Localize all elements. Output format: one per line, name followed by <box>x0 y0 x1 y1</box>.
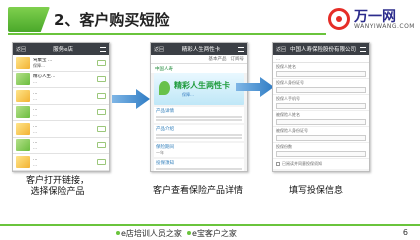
back-button[interactable]: 返回 <box>154 46 164 53</box>
list-item[interactable]: …… <box>13 154 109 171</box>
item-button[interactable] <box>97 125 106 132</box>
item-button[interactable] <box>97 76 106 83</box>
list-item[interactable]: 精心人生…… <box>13 71 109 88</box>
insured-name-input[interactable] <box>276 119 366 125</box>
menu-icon[interactable] <box>360 46 366 52</box>
slide-title-bar: 2、客户购买短险 <box>8 6 308 32</box>
slide-title: 2、客户购买短险 <box>54 11 170 29</box>
tab-basic-product[interactable]: 基本产品 <box>209 56 227 62</box>
product-list: 驾乘宝 … 保障… 精心人生…… …… …… …… …… …… <box>13 55 109 171</box>
applicant-phone-input[interactable] <box>276 103 366 109</box>
logo-icon <box>328 8 350 30</box>
form-field: 被保险人身份证号 <box>273 127 369 143</box>
title-accent-mark <box>8 7 50 32</box>
form-field: 投保人身份证号 <box>273 79 369 95</box>
form-field: 投保人姓名 <box>273 63 369 79</box>
form-field: 投保份数 <box>273 143 369 159</box>
arrow-right-icon <box>236 76 274 98</box>
agree-checkbox-row[interactable]: 已阅读并同意投保须知 <box>273 159 369 169</box>
detail-section: 投保须知 <box>154 159 244 171</box>
phone-top-bar: 返回 服务e店 <box>13 43 109 55</box>
insured-id-input[interactable] <box>276 135 366 141</box>
list-item[interactable]: …… <box>13 104 109 121</box>
bullet-icon <box>116 231 120 235</box>
slide-footer: e店培训人员之家 e宝客户之家 6 <box>0 216 420 240</box>
banner-subtitle: 保障… <box>182 92 194 97</box>
footer-text: e店培训人员之家 e宝客户之家 <box>116 228 237 239</box>
product-thumbnail <box>16 122 30 135</box>
back-button[interactable]: 返回 <box>16 46 26 53</box>
tab-bar: 基本产品 订阅号 <box>151 55 247 64</box>
product-thumbnail <box>16 106 30 119</box>
title-underline <box>8 33 326 35</box>
list-item[interactable]: 驾乘宝 … 保障… <box>13 55 109 72</box>
product-thumbnail <box>16 73 30 86</box>
logo-subtitle: WANYIWANG.COM <box>354 23 415 30</box>
list-item[interactable]: …… <box>13 137 109 154</box>
list-item[interactable]: …… <box>13 88 109 105</box>
step3-caption: 填写投保信息 <box>289 186 344 196</box>
form-field: 被保险人姓名 <box>273 111 369 127</box>
phone-screen-product-list: 返回 服务e店 驾乘宝 … 保障… 精心人生…… …… …… …… …… …… <box>12 42 110 172</box>
phone-top-bar: 返回 中国人寿保险股份有限公司 <box>273 43 369 55</box>
submit-button[interactable]: … <box>276 171 366 172</box>
banner-title: 精彩人生两性卡 <box>174 81 230 90</box>
product-banner: 精彩人生两性卡 保障… <box>154 73 244 105</box>
phone-title: 服务e店 <box>53 47 73 53</box>
product-thumbnail <box>16 155 30 168</box>
applicant-name-input[interactable] <box>276 71 366 77</box>
item-button[interactable] <box>97 142 106 149</box>
page-number: 6 <box>402 228 408 237</box>
detail-section: 产品介绍 <box>154 125 244 141</box>
leaf-icon <box>159 81 170 95</box>
menu-icon[interactable] <box>100 46 106 52</box>
phone-top-bar: 返回 精彩人生两性卡 <box>151 43 247 55</box>
phone-title: 精彩人生两性卡 <box>181 47 221 53</box>
tab-subscription[interactable]: 订阅号 <box>231 56 245 62</box>
bullet-icon <box>187 231 192 235</box>
item-button[interactable] <box>97 158 106 165</box>
phone-screen-product-detail: 返回 精彩人生两性卡 基本产品 订阅号 中国人寿 精彩人生两性卡 保障… 产品详… <box>150 42 248 172</box>
item-button[interactable] <box>97 92 106 99</box>
item-button[interactable] <box>97 109 106 116</box>
list-item[interactable]: …… <box>13 121 109 138</box>
insurer-brand: 中国人寿 <box>151 64 247 73</box>
detail-section: 产品详情 <box>154 107 244 123</box>
back-button[interactable]: 返回 <box>276 46 286 53</box>
copies-input[interactable] <box>276 151 366 157</box>
product-thumbnail <box>16 56 30 69</box>
detail-section: 保险期间 一年 <box>154 143 244 157</box>
step2-caption: 客户查看保险产品详情 <box>153 186 244 196</box>
step1-caption: 客户打开链接， 选择保险产品 <box>26 176 90 197</box>
menu-icon[interactable] <box>238 46 244 52</box>
brand-logo: 万一网 WANYIWANG.COM <box>328 4 414 34</box>
footer-line <box>0 224 420 226</box>
form-subtitle: … <box>273 55 369 63</box>
product-thumbnail <box>16 89 30 102</box>
phone-title: 中国人寿保险股份有限公司 <box>290 47 357 53</box>
form-field: 投保人手机号 <box>273 95 369 111</box>
arrow-right-icon <box>112 88 150 110</box>
item-button[interactable] <box>97 59 106 66</box>
applicant-id-input[interactable] <box>276 87 366 93</box>
product-thumbnail <box>16 139 30 152</box>
checkbox-icon[interactable] <box>276 162 280 166</box>
phone-screen-application-form: 返回 中国人寿保险股份有限公司 … 投保人姓名 投保人身份证号 投保人手机号 被… <box>272 42 370 172</box>
